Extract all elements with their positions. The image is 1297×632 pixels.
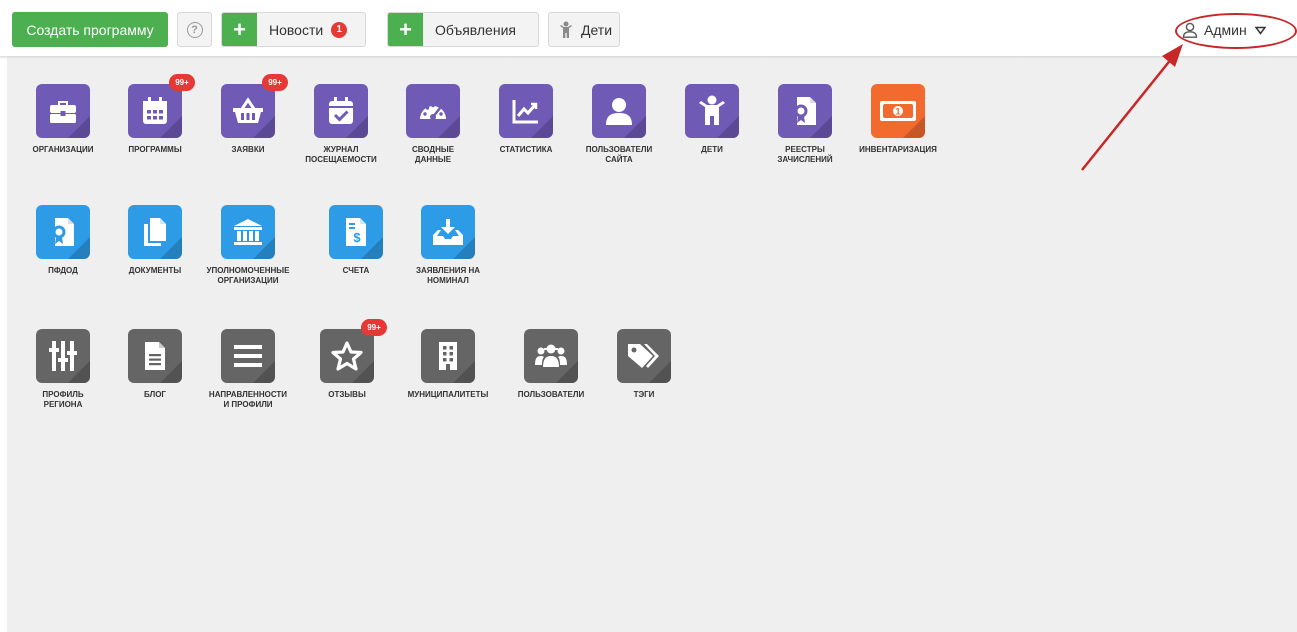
sliders-icon [36,329,90,383]
child-icon [685,84,739,138]
add-announcement-plus-icon[interactable]: + [388,13,423,46]
tile-label: ТЭГИ [633,390,655,399]
tile-tags[interactable]: ТЭГИ [594,329,694,400]
create-program-button[interactable]: Создать программу [12,12,168,47]
news-label: Новости [269,21,324,38]
tile-summary[interactable]: СВОДНЫЕ ДАННЫЕ [383,84,483,165]
tile-label: ИНВЕНТАРИЗАЦИЯ [859,145,937,154]
tile-statistics[interactable]: СТАТИСТИКА [476,84,576,155]
svg-text:$: $ [353,230,361,245]
tile-users[interactable]: ПОЛЬЗОВАТЕЛИ [501,329,601,400]
tile-authorized-orgs[interactable]: УПОЛНОМОЧЕННЫЕ ОРГАНИЗАЦИИ [198,205,298,286]
speedometer-icon [406,84,460,138]
tag-icon [617,329,671,383]
annotation-circle [1175,13,1297,49]
star-icon [320,329,374,383]
tile-site-users[interactable]: ПОЛЬЗОВАТЕЛИ САЙТА [569,84,669,165]
svg-text:1: 1 [895,107,900,117]
tile-label: ПОЛЬЗОВАТЕЛИ [517,390,585,399]
tile-pfdod[interactable]: ПФДОД [13,205,113,276]
tile-attendance[interactable]: ЖУРНАЛ ПОСЕЩАЕМОСТИ [291,84,391,165]
document-icon [128,329,182,383]
basket-icon [221,84,275,138]
user-icon [592,84,646,138]
tile-label: СТАТИСТИКА [499,145,553,154]
calendar-icon [128,84,182,138]
dashboard-area: ОРГАНИЗАЦИИ 99+ ПРОГРАММЫ 99+ ЗАЯВКИ ЖУР… [7,56,1297,632]
tile-inventory[interactable]: 1 ИНВЕНТАРИЗАЦИЯ [848,84,948,155]
announcements-label: Объявления [435,21,516,38]
tile-label: НАПРАВЛЕННОСТИ И ПРОФИЛИ [208,390,288,409]
calendar-check-icon [314,84,368,138]
bank-icon [221,205,275,259]
announcements-button[interactable]: + Объявления [387,12,539,47]
users-group-icon [524,329,578,383]
news-count-badge: 1 [331,21,348,38]
tile-label: ПОЛЬЗОВАТЕЛИ САЙТА [585,145,653,164]
add-news-plus-icon[interactable]: + [222,13,257,46]
applications-count-badge: 99+ [262,74,288,91]
building-icon [421,329,475,383]
reviews-count-badge: 99+ [361,319,387,336]
tile-label: УПОЛНОМОЧЕННЫЕ ОРГАНИЗАЦИИ [206,266,290,285]
tile-label: СВОДНЫЕ ДАННЫЕ [411,145,455,164]
tile-reviews[interactable]: 99+ ОТЗЫВЫ [297,319,397,400]
copy-icon [128,205,182,259]
briefcase-icon [36,84,90,138]
inbox-download-icon [421,205,475,259]
tile-label: ДЕТИ [701,145,723,154]
tile-label: ЖУРНАЛ ПОСЕЩАЕМОСТИ [305,145,377,164]
tile-enrollment-registers[interactable]: РЕЕСТРЫ ЗАЧИСЛЕНИЙ [755,84,855,165]
tile-region-profile[interactable]: ПРОФИЛЬ РЕГИОНА [13,329,113,410]
tile-programs[interactable]: 99+ ПРОГРАММЫ [105,74,205,155]
certificate-icon [36,205,90,259]
invoice-icon: $ [329,205,383,259]
tile-label: РЕЕСТРЫ ЗАЧИСЛЕНИЙ [777,145,833,164]
tile-label: ДОКУМЕНТЫ [128,266,182,275]
tile-label: ПФДОД [48,266,78,275]
tile-label: ОРГАНИЗАЦИИ [32,145,94,154]
top-toolbar: Создать программу ? + Новости 1 + Объявл… [0,0,1297,56]
tile-label: ЗАЯВЛЕНИЯ НА НОМИНАЛ [415,266,481,285]
tile-organizations[interactable]: ОРГАНИЗАЦИИ [13,84,113,155]
chart-icon [499,84,553,138]
tile-documents[interactable]: ДОКУМЕНТЫ [105,205,205,276]
tile-kids[interactable]: ДЕТИ [662,84,762,155]
tile-label: ПРОГРАММЫ [128,145,182,154]
children-label: Дети [581,21,613,38]
tile-nominal-applications[interactable]: ЗАЯВЛЕНИЯ НА НОМИНАЛ [398,205,498,286]
children-button[interactable]: Дети [548,12,620,47]
list-icon [221,329,275,383]
banknote-icon: 1 [871,84,925,138]
tile-label: БЛОГ [144,390,166,399]
tile-invoices[interactable]: $ СЧЕТА [306,205,406,276]
tile-label: МУНИЦИПАЛИТЕТЫ [407,390,489,399]
tile-label: ОТЗЫВЫ [328,390,366,399]
tile-label: ПРОФИЛЬ РЕГИОНА [42,390,84,409]
tile-blog[interactable]: БЛОГ [105,329,205,400]
help-button[interactable]: ? [177,12,212,47]
programs-count-badge: 99+ [169,74,195,91]
tile-applications[interactable]: 99+ ЗАЯВКИ [198,74,298,155]
tile-label: ЗАЯВКИ [231,145,265,154]
certificate-icon [778,84,832,138]
tile-label: СЧЕТА [342,266,370,275]
child-icon [560,21,572,38]
toolbar-shadow [0,56,1297,59]
help-icon: ? [186,21,203,38]
tile-directions[interactable]: НАПРАВЛЕННОСТИ И ПРОФИЛИ [198,329,298,410]
news-button[interactable]: + Новости 1 [221,12,366,47]
tile-municipalities[interactable]: МУНИЦИПАЛИТЕТЫ [398,329,498,400]
